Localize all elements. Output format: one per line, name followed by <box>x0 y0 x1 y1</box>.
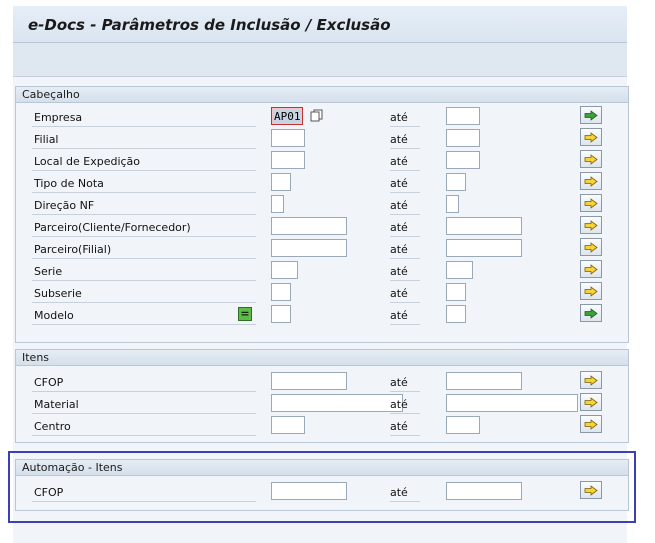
range-to-label: até <box>390 263 420 281</box>
arrow-right-icon <box>584 418 598 430</box>
modelo-low-input[interactable] <box>271 305 291 323</box>
multiple-selection-button[interactable] <box>580 282 602 300</box>
range-to-label: até <box>390 219 420 237</box>
group-title: Cabeçalho <box>16 87 628 103</box>
group-cabecalho: Cabeçalho Empresa até Filial até Local d… <box>15 86 629 343</box>
arrow-right-icon <box>584 374 598 386</box>
arrow-right-icon <box>584 153 598 165</box>
multiple-selection-button[interactable] <box>580 150 602 168</box>
centro-low-input[interactable] <box>271 416 305 434</box>
selection-option-equal-icon[interactable]: = <box>238 307 252 321</box>
range-to-label: até <box>390 153 420 171</box>
multiple-selection-button[interactable] <box>580 216 602 234</box>
multiple-selection-button[interactable] <box>580 393 602 411</box>
arrow-right-icon <box>584 109 598 121</box>
empresa-low-input[interactable] <box>271 107 303 125</box>
field-label: Local de Expedição <box>32 153 256 171</box>
field-label: Material <box>32 396 256 414</box>
page-title: e-Docs - Parâmetros de Inclusão / Exclus… <box>28 16 391 34</box>
parceiro-cliente-high-input[interactable] <box>446 217 522 235</box>
multiple-selection-button[interactable] <box>580 304 602 322</box>
multiple-selection-button[interactable] <box>580 172 602 190</box>
arrow-right-icon <box>584 241 598 253</box>
tipo-nota-low-input[interactable] <box>271 173 291 191</box>
parceiro-filial-high-input[interactable] <box>446 239 522 257</box>
arrow-right-icon <box>584 219 598 231</box>
field-label: Serie <box>32 263 256 281</box>
arrow-right-icon <box>584 263 598 275</box>
field-label: Direção NF <box>32 197 256 215</box>
local-expedicao-high-input[interactable] <box>446 151 480 169</box>
application-toolbar <box>13 43 627 77</box>
field-label: Centro <box>32 418 256 436</box>
field-label: CFOP <box>32 374 256 392</box>
range-to-label: até <box>390 175 420 193</box>
multiple-selection-icon[interactable] <box>310 109 323 122</box>
arrow-right-icon <box>584 285 598 297</box>
modelo-high-input[interactable] <box>446 305 466 323</box>
centro-high-input[interactable] <box>446 416 480 434</box>
group-itens: Itens CFOP até Material até Centro até <box>15 349 629 443</box>
group-title: Itens <box>16 350 628 366</box>
arrow-right-icon <box>584 197 598 209</box>
serie-low-input[interactable] <box>271 261 298 279</box>
range-to-label: até <box>390 418 420 436</box>
field-label: Modelo <box>32 307 256 325</box>
highlight-frame <box>8 451 636 523</box>
material-high-input[interactable] <box>446 394 578 412</box>
arrow-right-icon <box>584 396 598 408</box>
range-to-label: até <box>390 109 420 127</box>
range-to-label: até <box>390 285 420 303</box>
multiple-selection-button[interactable] <box>580 371 602 389</box>
multiple-selection-button[interactable] <box>580 238 602 256</box>
arrow-right-icon <box>584 307 598 319</box>
field-label: Filial <box>32 131 256 149</box>
field-label: Tipo de Nota <box>32 175 256 193</box>
arrow-right-icon <box>584 175 598 187</box>
empresa-high-input[interactable] <box>446 107 480 125</box>
range-to-label: até <box>390 374 420 392</box>
multiple-selection-button[interactable] <box>580 415 602 433</box>
arrow-right-icon <box>584 131 598 143</box>
cfop-high-input[interactable] <box>446 372 522 390</box>
field-label: Empresa <box>32 109 256 127</box>
multiple-selection-button[interactable] <box>580 128 602 146</box>
field-label: Subserie <box>32 285 256 303</box>
filial-high-input[interactable] <box>446 129 480 147</box>
subserie-high-input[interactable] <box>446 283 466 301</box>
field-label: Parceiro(Filial) <box>32 241 256 259</box>
cfop-low-input[interactable] <box>271 372 347 390</box>
multiple-selection-button[interactable] <box>580 260 602 278</box>
range-to-label: até <box>390 307 420 325</box>
range-to-label: até <box>390 131 420 149</box>
serie-high-input[interactable] <box>446 261 473 279</box>
range-to-label: até <box>390 396 420 414</box>
title-bar: e-Docs - Parâmetros de Inclusão / Exclus… <box>13 6 627 43</box>
parceiro-cliente-low-input[interactable] <box>271 217 347 235</box>
range-to-label: até <box>390 241 420 259</box>
multiple-selection-button[interactable] <box>580 194 602 212</box>
direcao-nf-low-input[interactable] <box>271 195 284 213</box>
multiple-selection-button[interactable] <box>580 106 602 124</box>
local-expedicao-low-input[interactable] <box>271 151 305 169</box>
material-low-input[interactable] <box>271 394 403 412</box>
filial-low-input[interactable] <box>271 129 305 147</box>
range-to-label: até <box>390 197 420 215</box>
tipo-nota-high-input[interactable] <box>446 173 466 191</box>
parceiro-filial-low-input[interactable] <box>271 239 347 257</box>
direcao-nf-high-input[interactable] <box>446 195 459 213</box>
subserie-low-input[interactable] <box>271 283 291 301</box>
field-label: Parceiro(Cliente/Fornecedor) <box>32 219 256 237</box>
